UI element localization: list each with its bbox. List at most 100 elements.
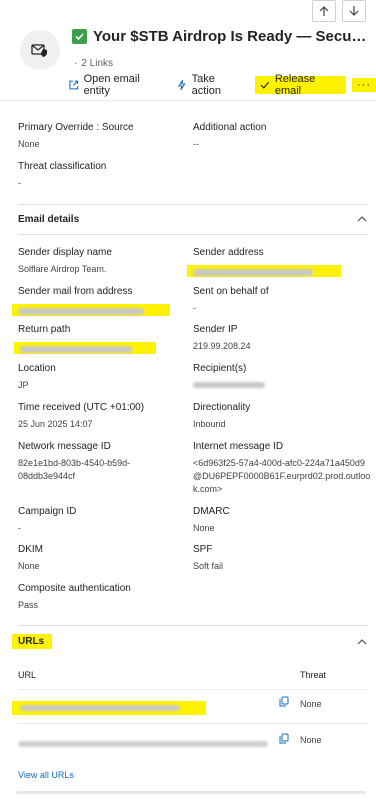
section-divider xyxy=(18,204,368,205)
release-email-label: Release email xyxy=(274,73,316,97)
campaign-id-value: - xyxy=(18,523,21,533)
url-value[interactable] xyxy=(18,741,268,747)
return-path-value xyxy=(14,342,156,357)
composite-auth-value: Pass xyxy=(18,600,39,610)
sender-mail-from-label: Sender mail from address xyxy=(18,286,133,297)
redacted-text xyxy=(18,308,144,315)
sender-address-value xyxy=(187,265,341,280)
directionality-label: Directionality xyxy=(193,402,251,413)
email-details-header[interactable]: Email details xyxy=(18,213,368,225)
internet-message-id-field: Internet message ID <6d963f25-57a4-400d-… xyxy=(193,440,371,496)
threat-column-header[interactable]: Threat xyxy=(300,670,326,680)
composite-auth-label: Composite authentication xyxy=(18,583,131,594)
recipients-field: Recipient(s) xyxy=(193,362,265,392)
view-all-urls-link[interactable]: View all URLs xyxy=(18,770,74,780)
urls-header[interactable]: URLs xyxy=(12,634,368,649)
redacted-text xyxy=(20,346,132,353)
campaign-id-label: Campaign ID xyxy=(18,506,77,517)
checkmark-badge-icon xyxy=(72,29,87,44)
time-received-label: Time received (UTC +01:00) xyxy=(18,402,145,413)
dmarc-value: None xyxy=(193,523,215,533)
additional-action-field: Additional action -- xyxy=(193,121,266,151)
redacted-text xyxy=(18,741,268,747)
email-title: Your $STB Airdrop Is Ready — Secur... xyxy=(93,28,368,45)
redacted-text xyxy=(20,705,180,711)
additional-action-label: Additional action xyxy=(193,122,267,133)
return-path-label: Return path xyxy=(18,324,71,335)
sender-display-name-value: Solflare Airdrop Team. xyxy=(18,264,107,274)
highlight-mark xyxy=(187,265,341,277)
spf-value: Soft fail xyxy=(193,561,224,571)
sender-ip-label: Sender IP xyxy=(193,324,238,335)
dmarc-label: DMARC xyxy=(193,506,230,517)
location-field: Location JP xyxy=(18,362,56,392)
dmarc-field: DMARC None xyxy=(193,505,230,535)
chevron-up-icon[interactable] xyxy=(356,213,368,225)
sender-mail-from-value xyxy=(12,304,170,319)
sender-display-name-label: Sender display name xyxy=(18,247,112,258)
highlight-mark xyxy=(14,342,156,354)
network-message-id-value: 82e1e1bd-803b-4540-b59d-08ddb3e944cf xyxy=(18,458,131,481)
title-row: Your $STB Airdrop Is Ready — Secur... xyxy=(72,28,368,45)
link-icon: · xyxy=(74,58,78,69)
dkim-field: DKIM None xyxy=(18,543,43,573)
network-message-id-label: Network message ID xyxy=(18,441,111,452)
sent-on-behalf-field: Sent on behalf of - xyxy=(193,285,269,315)
composite-auth-field: Composite authentication Pass xyxy=(18,582,131,612)
primary-override-value: None xyxy=(18,139,40,149)
dkim-label: DKIM xyxy=(18,544,43,555)
sender-ip-field: Sender IP 219.99.208.24 xyxy=(193,323,251,353)
open-email-entity-button[interactable]: Open email entity xyxy=(68,73,166,97)
arrow-down-icon xyxy=(349,6,359,16)
horizontal-scrollbar[interactable] xyxy=(16,791,366,794)
threat-value: None xyxy=(300,735,322,745)
links-count[interactable]: · 2 Links xyxy=(74,58,113,69)
internet-message-id-value: <6d963f25-57a4-400d-afc0-224a71a450d9@DU… xyxy=(193,458,371,494)
next-item-button[interactable] xyxy=(342,0,366,22)
checkmark-icon xyxy=(260,81,270,89)
email-details-panel[interactable]: Primary Override : Source None Additiona… xyxy=(0,100,376,800)
sent-on-behalf-label: Sent on behalf of xyxy=(193,286,269,297)
chevron-up-icon[interactable] xyxy=(356,636,368,648)
url-value-highlighted[interactable] xyxy=(12,701,206,715)
open-external-icon xyxy=(69,80,79,90)
highlight-mark xyxy=(12,304,170,316)
navigation-arrows xyxy=(312,0,366,22)
time-received-value: 25 Jun 2025 14:07 xyxy=(18,419,93,429)
time-received-field: Time received (UTC +01:00) 25 Jun 2025 1… xyxy=(18,401,144,431)
return-path-field: Return path xyxy=(14,323,156,357)
primary-override-field: Primary Override : Source None xyxy=(18,121,134,151)
sent-on-behalf-value: - xyxy=(193,303,196,313)
release-email-button[interactable]: Release email xyxy=(255,73,346,97)
sender-address-field: Sender address xyxy=(187,246,341,280)
more-options-button[interactable]: ··· xyxy=(352,78,376,92)
sender-mail-from-field: Sender mail from address xyxy=(12,285,170,319)
copy-icon[interactable] xyxy=(279,733,289,744)
threat-classification-field: Threat classification - xyxy=(18,160,106,190)
threat-classification-value: - xyxy=(18,178,21,188)
copy-icon[interactable] xyxy=(279,696,289,707)
recipients-value xyxy=(193,379,265,392)
previous-item-button[interactable] xyxy=(312,0,336,22)
action-toolbar: Open email entity Take action Release em… xyxy=(68,73,376,97)
threat-value: None xyxy=(300,699,322,709)
threat-classification-label: Threat classification xyxy=(18,161,107,172)
dkim-value: None xyxy=(18,561,40,571)
spf-label: SPF xyxy=(193,544,213,555)
sender-ip-value: 219.99.208.24 xyxy=(193,341,251,351)
url-column-header[interactable]: URL xyxy=(18,670,36,680)
additional-action-value: -- xyxy=(193,139,199,149)
take-action-button[interactable]: Take action xyxy=(176,73,245,97)
directionality-value: Inbound xyxy=(193,419,226,429)
location-value: JP xyxy=(18,380,29,390)
email-shield-icon xyxy=(31,44,47,57)
location-label: Location xyxy=(18,363,56,374)
email-panel-header: Your $STB Airdrop Is Ready — Secur... · … xyxy=(0,22,376,100)
table-divider xyxy=(18,689,368,690)
open-email-entity-label: Open email entity xyxy=(83,73,140,97)
table-divider xyxy=(18,723,368,724)
directionality-field: Directionality Inbound xyxy=(193,401,250,431)
links-count-label: 2 Links xyxy=(81,58,114,69)
redacted-text xyxy=(193,382,265,388)
arrow-up-icon xyxy=(319,6,329,16)
